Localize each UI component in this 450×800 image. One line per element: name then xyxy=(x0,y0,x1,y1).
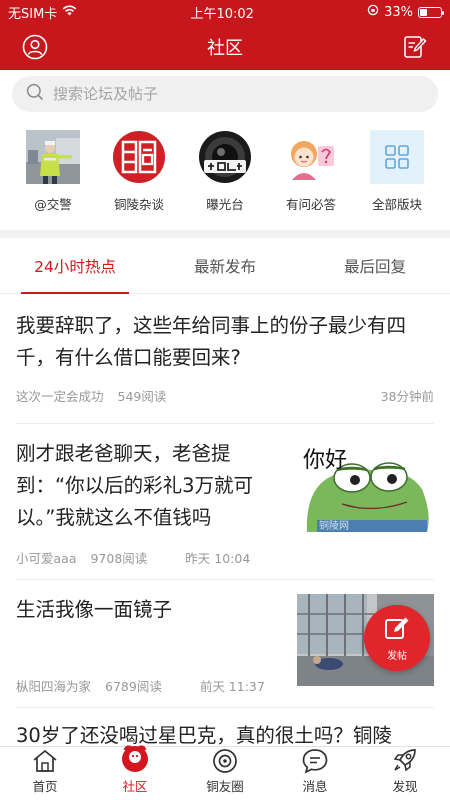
board-exposure[interactable]: 曝光台 xyxy=(186,130,264,230)
section-divider xyxy=(0,230,450,238)
user-icon[interactable] xyxy=(22,34,48,60)
post-author: 枞阳四海为家 xyxy=(16,679,92,694)
post-item[interactable]: 刚才跟老爸聊天，老爸提到：“你以后的彩礼3万就可以。”我就这么不值钱吗 小可爱a… xyxy=(16,424,434,580)
feed-tabs: 24小时热点 最新发布 最后回复 xyxy=(0,238,450,294)
post-list: 我要辞职了，这些年给同事上的份子最少有四千，有什么借口能要回来? 这次一定会成功… xyxy=(0,294,450,770)
board-qa[interactable]: 有问必答 xyxy=(272,130,350,230)
search-bar[interactable] xyxy=(12,76,438,112)
thumbnail-watermark: 铜陵网 xyxy=(319,521,349,532)
thumbnail-caption: 你好 xyxy=(303,448,348,473)
new-post-label: 发帖 xyxy=(387,650,407,662)
board-label: 有问必答 xyxy=(285,197,336,212)
tabbar-label: 铜友圈 xyxy=(206,779,244,794)
post-reads: 6789阅读 xyxy=(105,679,162,694)
home-icon xyxy=(31,747,59,774)
board-shortcuts: @交警 铜陵杂谈 曝光台 有问必答 全部版块 xyxy=(0,112,450,230)
battery-percent: 33% xyxy=(384,4,413,20)
tabbar-circle[interactable]: 铜友圈 xyxy=(180,747,270,800)
tab-24h-hot[interactable]: 24小时热点 xyxy=(0,238,150,293)
board-label: @交警 xyxy=(34,197,72,212)
search-icon xyxy=(26,83,44,105)
post-meta: 枞阳四海为家 6789阅读 前天 11:37 xyxy=(16,676,287,695)
camera-lens-logo xyxy=(198,130,252,184)
carrier-text: 无SIM卡 xyxy=(8,6,58,22)
post-thumbnail-frog-meme: 你好 铜陵网 xyxy=(297,444,434,532)
tab-last-reply[interactable]: 最后回复 xyxy=(300,238,450,293)
tabbar-label: 消息 xyxy=(302,779,328,794)
post-title: 我要辞职了，这些年给同事上的份子最少有四千，有什么借口能要回来? xyxy=(16,314,407,369)
edit-icon[interactable] xyxy=(402,34,428,60)
navbar: 社区 xyxy=(0,24,450,70)
post-title: 刚才跟老爸聊天，老爸提到：“你以后的彩礼3万就可以。”我就这么不值钱吗 xyxy=(16,442,254,529)
status-bar: 无SIM卡 上午10:02 33% xyxy=(0,0,450,24)
post-meta: 这次一定会成功 549阅读 38分钟前 xyxy=(16,386,434,405)
circle-icon xyxy=(212,747,238,774)
tabbar-label: 发现 xyxy=(392,779,418,794)
cartoon-girl-logo xyxy=(284,130,338,184)
board-label: 铜陵杂谈 xyxy=(113,197,164,212)
tabbar-community[interactable]: 社区 xyxy=(90,744,180,800)
post-item[interactable]: 我要辞职了，这些年给同事上的份子最少有四千，有什么借口能要回来? 这次一定会成功… xyxy=(16,294,434,424)
tabbar-home[interactable]: 首页 xyxy=(0,747,90,800)
board-label: 全部版块 xyxy=(371,197,422,212)
board-label: 曝光台 xyxy=(206,197,244,212)
orientation-lock-icon xyxy=(367,4,379,20)
post-time: 前天 11:37 xyxy=(199,679,265,694)
tongling-seal-logo xyxy=(112,130,166,184)
post-reads: 549阅读 xyxy=(117,389,167,404)
post-author: 小可爱aaa xyxy=(16,551,77,566)
wifi-icon xyxy=(62,5,77,20)
post-time: 昨天 10:04 xyxy=(185,551,251,566)
board-tongling-chat[interactable]: 铜陵杂谈 xyxy=(100,130,178,230)
compose-icon xyxy=(383,615,411,645)
board-traffic-police[interactable]: @交警 xyxy=(14,130,92,230)
tabbar-label: 社区 xyxy=(122,779,148,794)
tabbar-label: 首页 xyxy=(32,779,58,794)
battery-icon xyxy=(418,6,444,18)
new-post-button[interactable]: 发帖 xyxy=(364,605,430,671)
tab-latest[interactable]: 最新发布 xyxy=(150,238,300,293)
header: 无SIM卡 上午10:02 33% 社区 xyxy=(0,0,450,70)
rocket-icon xyxy=(391,746,419,774)
post-time: 38分钟前 xyxy=(380,389,434,404)
community-icon xyxy=(120,744,150,774)
bottom-tab-bar: 首页 社区 铜友圈 消息 发现 xyxy=(0,744,450,800)
post-meta: 小可爱aaa 9708阅读 昨天 10:04 xyxy=(16,548,287,567)
tabbar-messages[interactable]: 消息 xyxy=(270,747,360,800)
message-icon xyxy=(301,747,329,774)
post-author: 这次一定会成功 xyxy=(16,389,104,404)
page-title: 社区 xyxy=(207,38,243,59)
search-input[interactable] xyxy=(53,85,424,103)
board-all[interactable]: 全部版块 xyxy=(358,130,436,230)
traffic-police-photo xyxy=(26,130,80,184)
tabbar-discover[interactable]: 发现 xyxy=(360,747,450,800)
clock-text: 上午10:02 xyxy=(190,6,254,22)
post-reads: 9708阅读 xyxy=(90,551,148,566)
grid-icon xyxy=(370,130,424,184)
post-title: 生活我像一面镜子 xyxy=(16,598,173,621)
